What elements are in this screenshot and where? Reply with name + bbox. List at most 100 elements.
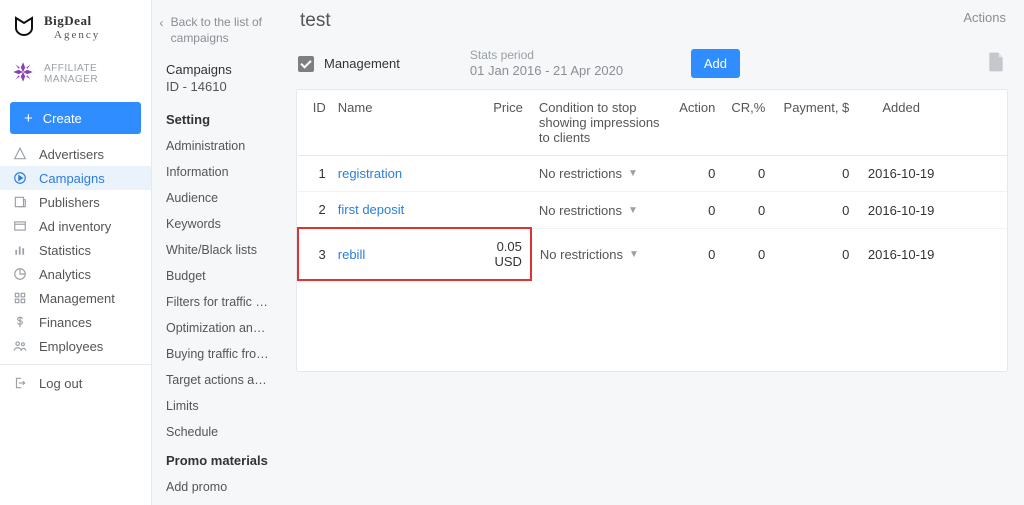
settings-list: AdministrationInformationAudienceKeyword…	[152, 133, 284, 445]
logout-nav: Log out	[0, 371, 151, 505]
row-name-link[interactable]: rebill	[338, 247, 365, 262]
cell-cr: 0	[723, 228, 773, 280]
settings-title: Setting	[152, 104, 284, 133]
setting-item[interactable]: Buying traffic from S...	[152, 341, 284, 367]
cell-id: 1	[298, 156, 330, 192]
cell-price	[464, 192, 531, 229]
th-action: Action	[668, 90, 723, 156]
setting-item[interactable]: Budget	[152, 263, 284, 289]
setting-item[interactable]: Schedule	[152, 419, 284, 445]
nav-label: Advertisers	[39, 147, 104, 162]
table-panel: ID Name Price Condition to stop showing …	[296, 89, 1008, 372]
affiliate-icon	[10, 59, 36, 88]
back-link[interactable]: ‹ Back to the list of campaigns	[152, 10, 284, 58]
row-name-link[interactable]: first deposit	[338, 202, 404, 217]
actions-link[interactable]: Actions	[963, 10, 1006, 25]
sub-id: ID - 14610	[152, 79, 284, 104]
nav-finances[interactable]: Finances	[0, 310, 151, 334]
cell-price	[464, 156, 531, 192]
cell-action: 0	[668, 156, 723, 192]
back-label: Back to the list of campaigns	[171, 14, 272, 46]
cell-added: 2016-10-19	[857, 192, 1007, 229]
th-cond: Condition to stop showing impressions to…	[531, 90, 668, 156]
nav-logout[interactable]: Log out	[0, 371, 151, 395]
cell-name: registration	[330, 156, 464, 192]
finances-icon	[12, 315, 28, 329]
setting-item[interactable]: Filters for traffic sour...	[152, 289, 284, 315]
chevron-down-icon: ▼	[629, 249, 639, 260]
cell-condition[interactable]: No restrictions▼	[531, 192, 668, 229]
scrollbar[interactable]	[279, 4, 283, 501]
period-value: 01 Jan 2016 - 21 Apr 2020	[470, 63, 623, 79]
cell-condition[interactable]: No restrictions▼	[531, 228, 668, 280]
th-price: Price	[464, 90, 531, 156]
cell-condition[interactable]: No restrictions▼	[531, 156, 668, 192]
advertisers-icon	[12, 147, 28, 161]
nav-management[interactable]: Management	[0, 286, 151, 310]
app-sidebar: BigDeal Agency AFFILIATE MANAGER + Creat…	[0, 0, 152, 505]
setting-item[interactable]: Limits	[152, 393, 284, 419]
document-icon[interactable]	[988, 52, 1004, 75]
cell-payment: 0	[773, 192, 857, 229]
chevron-down-icon: ▼	[628, 168, 638, 179]
statistics-icon	[12, 243, 28, 257]
checkbox-checked-icon	[298, 56, 314, 72]
nav-publishers[interactable]: Publishers	[0, 190, 151, 214]
brand-logo-icon	[12, 14, 36, 41]
nav-label: Analytics	[39, 267, 91, 282]
brand-text: BigDeal Agency	[44, 14, 100, 41]
table-row: 1registrationNo restrictions▼0002016-10-…	[298, 156, 1007, 192]
cell-cr: 0	[723, 156, 773, 192]
campaigns-icon	[12, 171, 28, 185]
sub-sidebar: ‹ Back to the list of campaigns Campaign…	[152, 0, 284, 505]
promo-title: Promo materials	[152, 445, 284, 474]
nav-label: Log out	[39, 376, 82, 391]
cell-action: 0	[668, 228, 723, 280]
cell-added: 2016-10-19	[857, 156, 1007, 192]
setting-item[interactable]: Information	[152, 159, 284, 185]
cell-name: rebill	[330, 228, 464, 280]
nav-label: Finances	[39, 315, 92, 330]
management-icon	[12, 291, 28, 305]
create-button[interactable]: + Create	[10, 102, 141, 134]
nav-analytics[interactable]: Analytics	[0, 262, 151, 286]
nav-adinventory[interactable]: Ad inventory	[0, 214, 151, 238]
main-header: test Actions	[296, 8, 1008, 40]
main: test Actions Management Stats period 01 …	[284, 0, 1024, 505]
nav-advertisers[interactable]: Advertisers	[0, 142, 151, 166]
cell-name: first deposit	[330, 192, 464, 229]
add-button[interactable]: Add	[691, 49, 740, 78]
page-title: test	[300, 10, 331, 32]
logout-icon	[12, 376, 28, 390]
setting-item[interactable]: Administration	[152, 133, 284, 159]
setting-item[interactable]: Audience	[152, 185, 284, 211]
period-label: Stats period	[470, 48, 623, 63]
adinventory-icon	[12, 219, 28, 233]
affiliate-label: AFFILIATE MANAGER	[44, 63, 141, 85]
cell-added: 2016-10-19	[857, 228, 1007, 280]
cell-cr: 0	[723, 192, 773, 229]
add-promo[interactable]: Add promo	[152, 474, 284, 500]
nav-label: Publishers	[39, 195, 100, 210]
brand: BigDeal Agency	[0, 10, 151, 51]
brand-line2: Agency	[44, 29, 100, 41]
stats-period[interactable]: Stats period 01 Jan 2016 - 21 Apr 2020	[470, 48, 623, 79]
setting-item[interactable]: Optimization and rules	[152, 315, 284, 341]
setting-item[interactable]: Keywords	[152, 211, 284, 237]
th-pay: Payment, $	[773, 90, 857, 156]
cell-id: 3	[298, 228, 330, 280]
sub-title: Campaigns	[152, 58, 284, 79]
setting-item[interactable]: White/Black lists	[152, 237, 284, 263]
brand-line1: BigDeal	[44, 13, 92, 28]
nav-statistics[interactable]: Statistics	[0, 238, 151, 262]
target-actions-table: ID Name Price Condition to stop showing …	[297, 90, 1007, 281]
cell-id: 2	[298, 192, 330, 229]
nav-employees[interactable]: Employees	[0, 334, 151, 358]
setting-item[interactable]: Target actions and re...	[152, 367, 284, 393]
nav-campaigns[interactable]: Campaigns	[0, 166, 151, 190]
management-toggle[interactable]: Management	[298, 56, 400, 72]
cell-action: 0	[668, 192, 723, 229]
row-name-link[interactable]: registration	[338, 166, 402, 181]
toolbar: Management Stats period 01 Jan 2016 - 21…	[296, 40, 1008, 89]
main-nav: Advertisers Campaigns Publishers Ad invento…	[0, 142, 151, 358]
